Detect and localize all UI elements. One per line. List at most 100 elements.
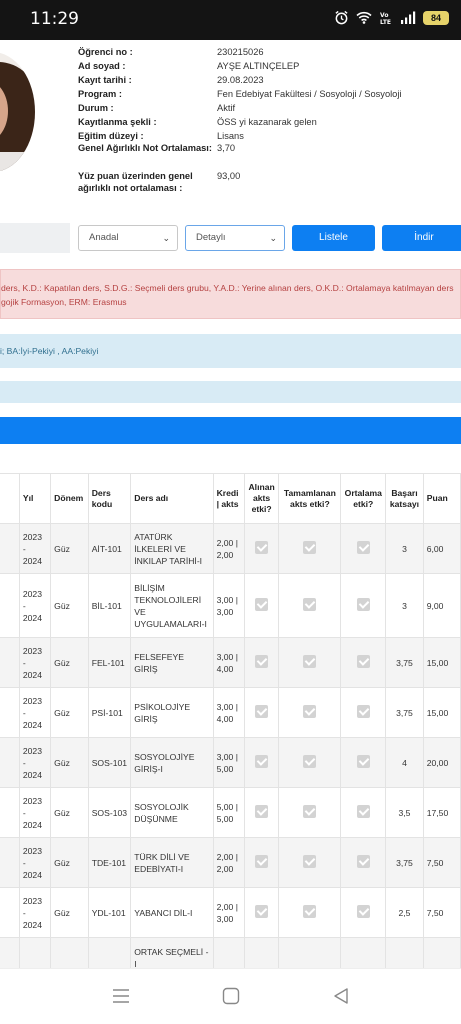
col-header-year[interactable]: Yıl: [18, 473, 52, 524]
cell-average-effect: [340, 523, 387, 574]
cell-year: [18, 937, 52, 968]
program-type-select[interactable]: Anadal ⌄: [78, 225, 178, 251]
table-row[interactable]: 2023 - 2024 Güz PSİ-101 PSİKOLOJİYE GİRİŞ 3,…: [0, 687, 461, 738]
col-header-taken-ects[interactable]: Alınan akts etki?: [243, 473, 280, 524]
cell-points: [422, 937, 461, 968]
list-button[interactable]: Listele: [292, 225, 375, 251]
cell-course-code: YDL-101: [87, 887, 132, 938]
back-nav-icon[interactable]: [332, 987, 350, 1010]
cell-year: 2023 - 2024: [18, 737, 52, 788]
col-header-credit[interactable]: Kredi | akts: [212, 473, 245, 524]
cell-course-code: SOS-101: [87, 737, 132, 788]
cell-grade-coefficient: [385, 937, 424, 968]
table-row[interactable]: 2023 - 2024 Güz TDE-101 TÜRK DİLİ VE EDEBİY…: [0, 837, 461, 888]
student-field-label: Genel Ağırlıklı Not Ortalaması:: [78, 143, 212, 153]
system-nav-bar: [0, 968, 461, 1024]
row-spacer: [0, 787, 20, 838]
cell-year: 2023 - 2024: [18, 637, 52, 688]
checkbox-checked-icon: [356, 854, 370, 868]
student-field-value: Aktif: [217, 103, 236, 113]
student-field-value: AYŞE ALTINÇELEP: [217, 61, 300, 71]
col-header-points[interactable]: Puan: [422, 473, 461, 524]
table-row[interactable]: 2023 - 2024 Güz SOS-101 SOSYOLOJİYE GİRİŞ-I…: [0, 737, 461, 788]
checkbox-checked-icon: [356, 904, 370, 918]
cell-course-code: BİL-101: [87, 573, 132, 638]
table-row[interactable]: ORTAK SEÇMELİ - I: [0, 937, 461, 968]
student-field-value: 230215026: [217, 47, 264, 57]
cell-credit: 3,00 | 3,00: [212, 573, 245, 638]
cell-points: 17,50: [422, 787, 461, 838]
cell-points: 20,00: [422, 737, 461, 788]
program-type-select-value: Anadal: [89, 232, 119, 243]
cell-taken-ects: [243, 573, 280, 638]
download-button[interactable]: İndir: [382, 225, 461, 251]
cell-year: 2023 - 2024: [18, 573, 52, 638]
row-spacer: [0, 837, 20, 888]
col-header-grade-coefficient[interactable]: Başarı katsayı: [385, 473, 424, 524]
col-header-term[interactable]: Dönem: [50, 473, 89, 524]
row-spacer: [0, 937, 20, 968]
student-field-label: Eğitim düzeyi :: [78, 131, 144, 141]
student-photo: [0, 52, 35, 172]
home-nav-icon[interactable]: [222, 987, 240, 1010]
detail-level-select[interactable]: Detaylı ⌄: [185, 225, 285, 251]
col-header-course-code[interactable]: Ders kodu: [87, 473, 132, 524]
wifi-icon: [356, 11, 372, 24]
detail-level-select-value: Detaylı: [196, 232, 226, 243]
col-header-average-effect[interactable]: Ortalama etki?: [340, 473, 387, 524]
checkbox-checked-icon: [303, 754, 317, 768]
table-row[interactable]: 2023 - 2024 Güz SOS-103 SOSYOLOJİK DÜŞÜNME 5…: [0, 787, 461, 838]
checkbox-checked-icon: [356, 754, 370, 768]
cell-term: Güz: [50, 523, 89, 574]
cell-course-name: SOSYOLOJİK DÜŞÜNME: [130, 787, 214, 838]
cell-year: 2023 - 2024: [18, 837, 52, 888]
cell-credit: 2,00 | 3,00: [212, 887, 245, 938]
cell-completed-ects: [278, 937, 342, 968]
cell-taken-ects: [243, 787, 280, 838]
cell-grade-coefficient: 3,75: [385, 637, 424, 688]
checkbox-checked-icon: [356, 597, 370, 611]
col-header-completed-ects[interactable]: Tamamlanan akts etki?: [278, 473, 342, 524]
cell-credit: 5,00 | 5,00: [212, 787, 245, 838]
student-field-value: 93,00: [217, 171, 241, 181]
cell-term: Güz: [50, 787, 89, 838]
student-field-label: Durum :: [78, 103, 114, 113]
cell-taken-ects: [243, 523, 280, 574]
checkbox-checked-icon: [356, 540, 370, 554]
cell-grade-coefficient: 3,75: [385, 687, 424, 738]
cell-course-name: PSİKOLOJİYE GİRİŞ: [130, 687, 214, 738]
cell-term: Güz: [50, 637, 89, 688]
cell-points: 7,50: [422, 887, 461, 938]
info-alert: [0, 381, 461, 403]
cell-taken-ects: [243, 937, 280, 968]
cell-course-code: [87, 937, 132, 968]
table-row[interactable]: 2023 - 2024 Güz FEL-101 FELSEFEYE GİRİŞ 3,00…: [0, 637, 461, 688]
cell-average-effect: [340, 573, 387, 638]
cell-term: [50, 937, 89, 968]
table-row[interactable]: 2023 - 2024 Güz YDL-101 YABANCI DİL-I 2,00 |…: [0, 887, 461, 938]
grade-scale-alert: i; BA:İyi-Pekiyi , AA:Pekiyi: [0, 334, 461, 368]
battery-icon: 84: [423, 10, 449, 25]
col-header-course-name[interactable]: Ders adı: [130, 473, 214, 524]
checkbox-checked-icon: [255, 854, 269, 868]
table-row[interactable]: 2023 - 2024 Güz AİT-101 ATATÜRK İLKELERİ VE…: [0, 523, 461, 574]
student-field-label: Öğrenci no :: [78, 47, 133, 57]
cell-course-name: TÜRK DİLİ VE EDEBİYATI-I: [130, 837, 214, 888]
student-field-label: Kayıt tarihi :: [78, 75, 132, 85]
cell-credit: [212, 937, 245, 968]
cell-year: 2023 - 2024: [18, 523, 52, 574]
status-bar: 11:29 Vo LTE 84: [0, 0, 461, 40]
cell-course-name: YABANCI DİL-I: [130, 887, 214, 938]
cell-term: Güz: [50, 837, 89, 888]
courses-table: Yıl Dönem Ders kodu Ders adı Kredi | akt…: [0, 473, 461, 968]
cell-grade-coefficient: 3: [385, 573, 424, 638]
table-row[interactable]: 2023 - 2024 Güz BİL-101 BİLİŞİM TEKNOLOJİLE…: [0, 573, 461, 638]
menu-nav-icon[interactable]: [112, 987, 130, 1010]
checkbox-checked-icon: [303, 904, 317, 918]
checkbox-checked-icon: [255, 654, 269, 668]
cell-course-name: FELSEFEYE GİRİŞ: [130, 637, 214, 688]
cell-term: Güz: [50, 573, 89, 638]
cell-grade-coefficient: 3,75: [385, 837, 424, 888]
legend-alert: ders, K.D.: Kapatılan ders, S.D.G.: Seçm…: [0, 269, 461, 319]
cell-year: 2023 - 2024: [18, 787, 52, 838]
